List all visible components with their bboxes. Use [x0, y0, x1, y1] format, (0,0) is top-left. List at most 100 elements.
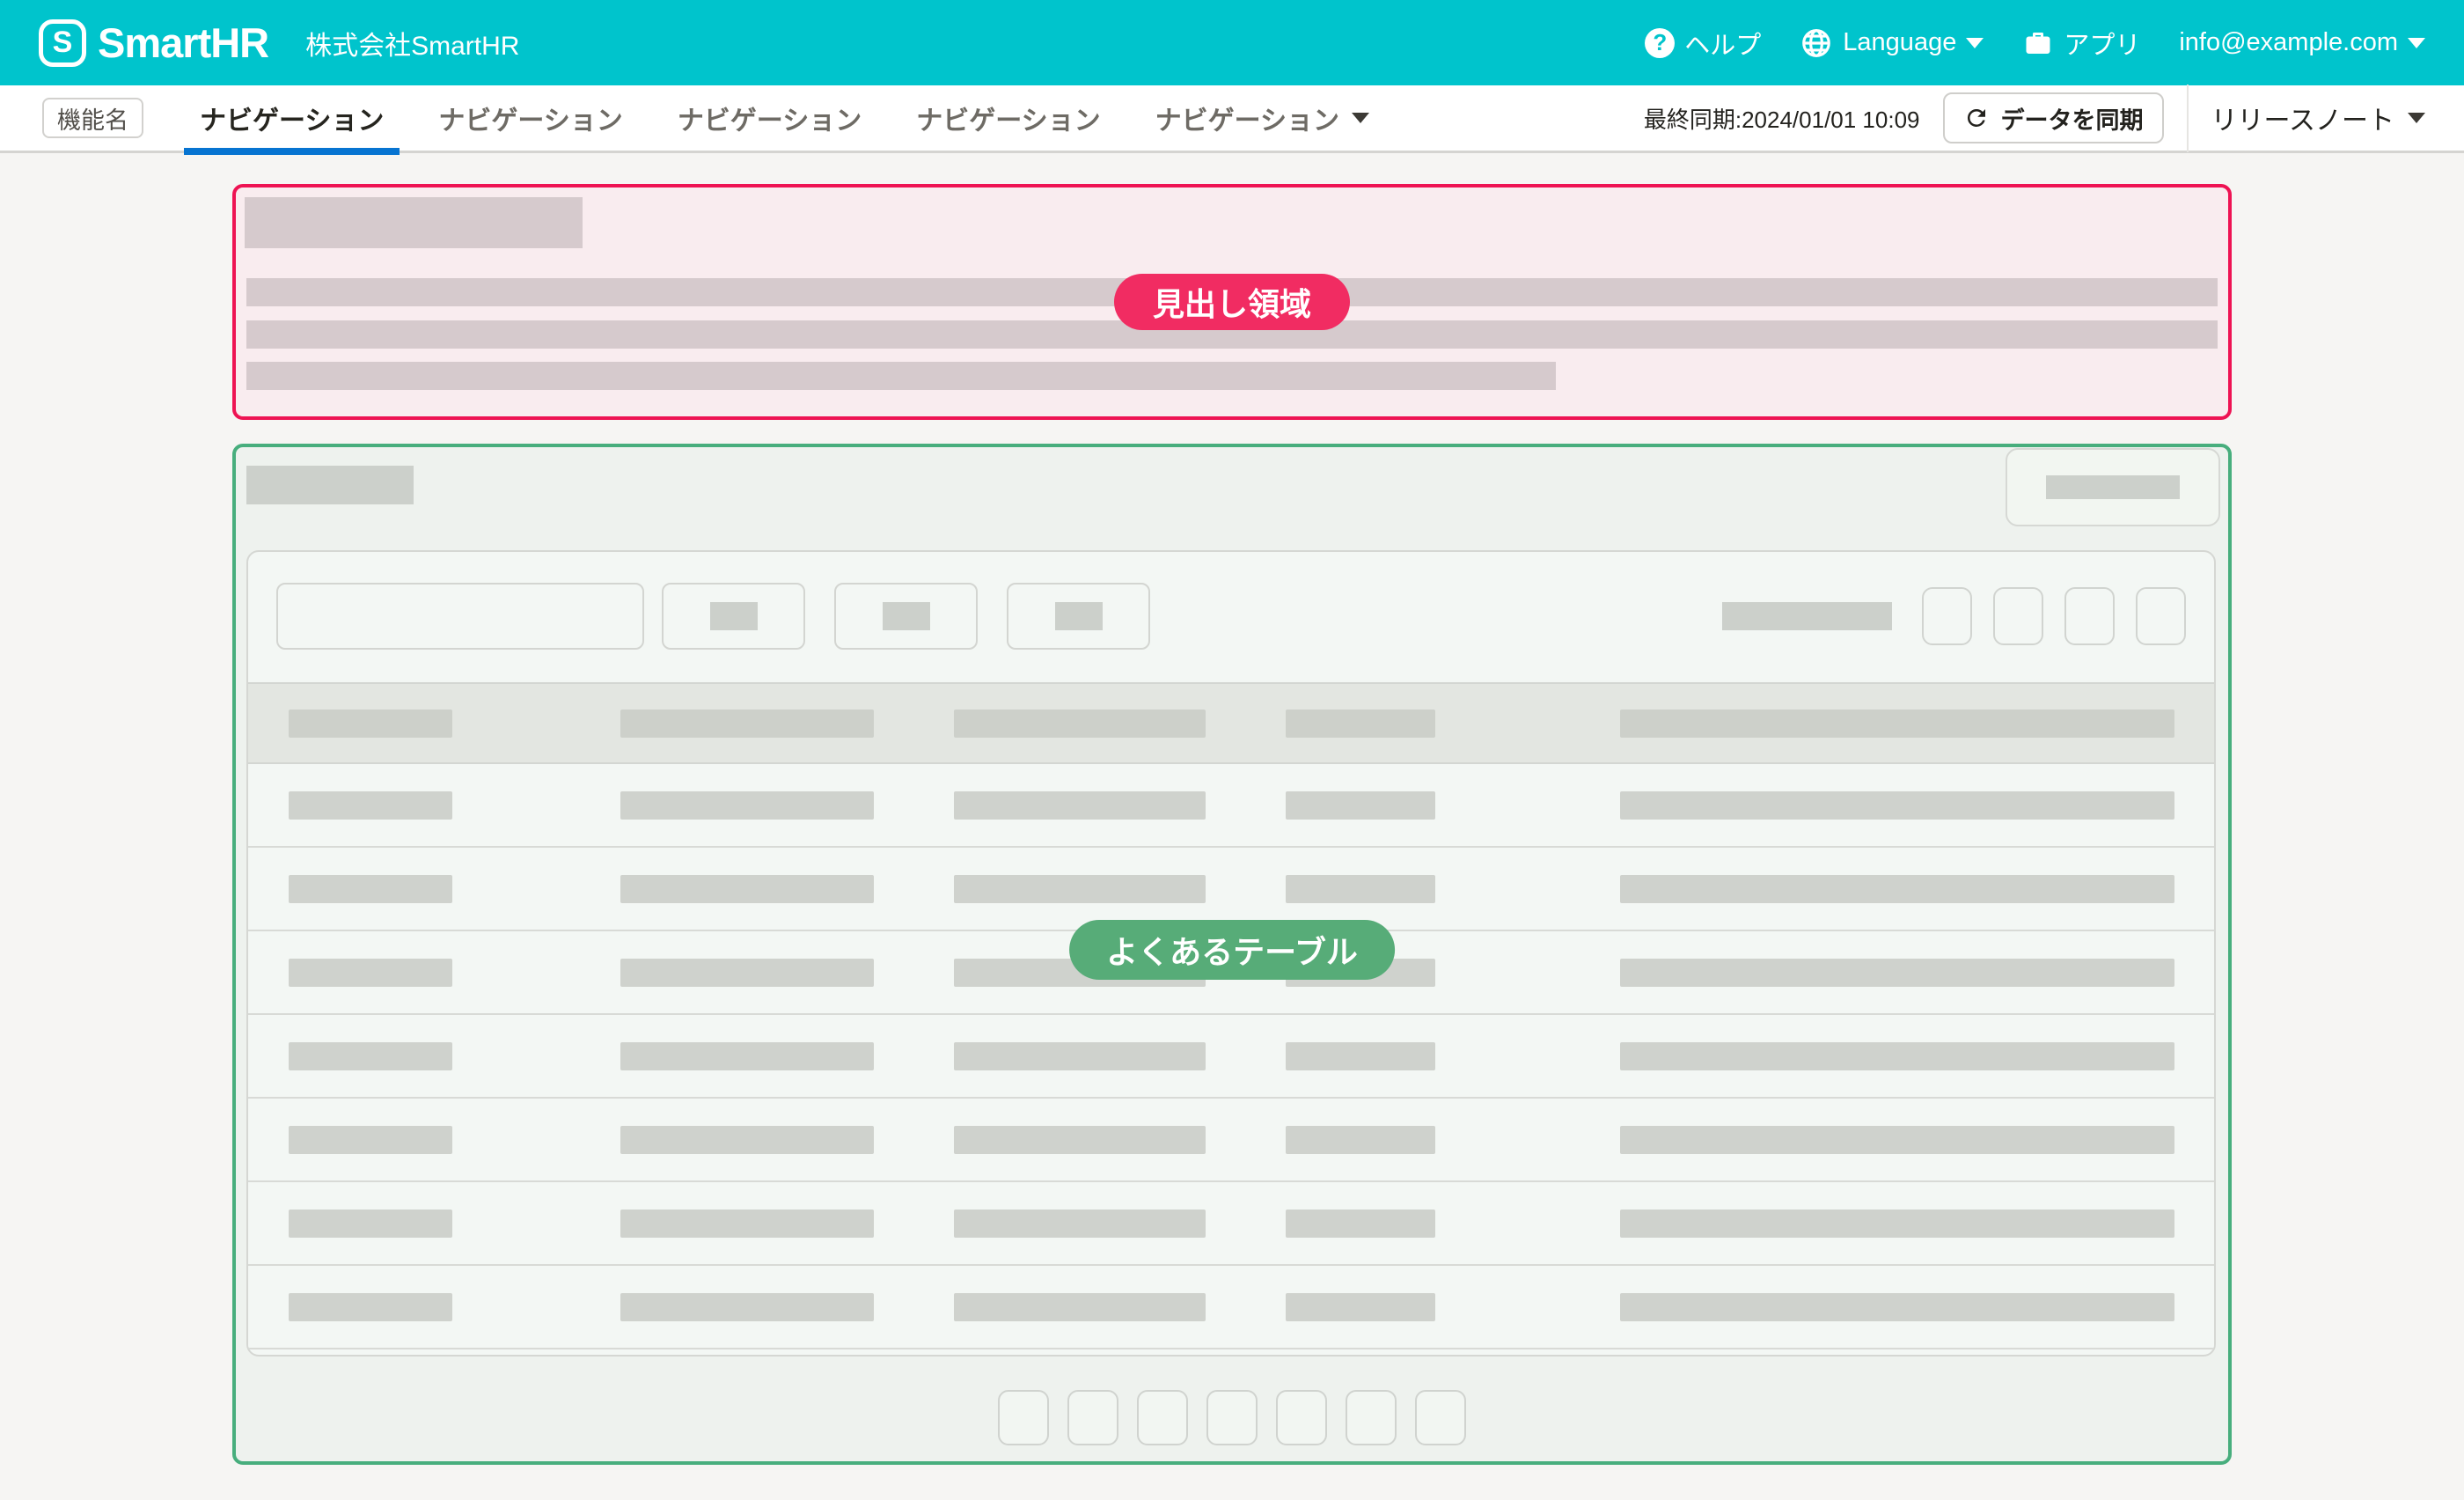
feature-name-chip: 機能名: [42, 98, 143, 138]
cell-placeholder: [954, 1126, 1206, 1154]
account-email: info@example.com: [2179, 28, 2398, 57]
icon-button-group: [1922, 587, 2186, 645]
cell-placeholder: [1620, 1126, 2174, 1154]
nav-tab-4[interactable]: ナビゲーション: [900, 85, 1116, 152]
table-area-section: よくあるテーブル: [232, 444, 2232, 1465]
cell-placeholder: [1286, 1126, 1435, 1154]
cell-placeholder: [954, 791, 1206, 820]
section-action-button[interactable]: [2006, 448, 2220, 526]
heading-area-badge: 見出し領域: [1114, 274, 1350, 330]
chevron-down-icon: [2408, 38, 2425, 48]
button-label-placeholder: [710, 602, 758, 630]
cell-placeholder: [289, 875, 452, 903]
cell-placeholder: [289, 1042, 452, 1070]
cell-placeholder: [1286, 1042, 1435, 1070]
release-notes-label: リリースノート: [2211, 99, 2395, 137]
cell-placeholder: [289, 1210, 452, 1238]
table-icon-button[interactable]: [2064, 587, 2115, 645]
cell-placeholder: [1286, 1210, 1435, 1238]
table-body: [248, 764, 2214, 1349]
cell-placeholder: [954, 1293, 1206, 1321]
nav-right-area: 最終同期:2024/01/01 10:09 データを同期 リリースノート: [1644, 85, 2425, 152]
result-count-placeholder: [1722, 602, 1892, 630]
apps-label: アプリ: [2064, 25, 2140, 62]
filter-button[interactable]: [662, 583, 805, 650]
apps-menu[interactable]: アプリ: [2022, 25, 2140, 62]
cell-placeholder: [1620, 959, 2174, 987]
sync-data-button[interactable]: データを同期: [1943, 92, 2164, 143]
filter-button-group: [662, 583, 1150, 650]
table-icon-button[interactable]: [1993, 587, 2043, 645]
company-name: 株式会社SmartHR: [305, 24, 519, 62]
pagination-button[interactable]: [1346, 1390, 1397, 1445]
pagination-button[interactable]: [1067, 1390, 1118, 1445]
smarthr-logo-icon: S: [39, 19, 86, 67]
cell-placeholder: [620, 1126, 874, 1154]
table-icon-button[interactable]: [1922, 587, 1972, 645]
chevron-down-icon: [1966, 38, 1984, 48]
column-header-placeholder: [1620, 710, 2174, 738]
cell-placeholder: [289, 959, 452, 987]
heading-text-line-placeholder: [246, 362, 1556, 390]
cell-placeholder: [1620, 791, 2174, 820]
column-header-placeholder: [1286, 710, 1435, 738]
heading-area-section: 見出し領域: [232, 184, 2232, 420]
cell-placeholder: [289, 1126, 452, 1154]
help-link[interactable]: ? ヘルプ: [1645, 25, 1761, 62]
chevron-down-icon: [2408, 113, 2425, 123]
globe-icon: [1800, 26, 1833, 60]
cell-placeholder: [1620, 875, 2174, 903]
last-sync-status: 最終同期:2024/01/01 10:09: [1644, 102, 1920, 135]
cell-placeholder: [1620, 1293, 2174, 1321]
button-label-placeholder: [1055, 602, 1103, 630]
cell-placeholder: [620, 1293, 874, 1321]
table-row: [248, 1266, 2214, 1349]
nav-tab-2[interactable]: ナビゲーション: [422, 85, 638, 152]
language-menu[interactable]: Language: [1800, 26, 1984, 60]
language-label: Language: [1843, 28, 1956, 57]
pagination-button[interactable]: [1137, 1390, 1188, 1445]
column-header-placeholder: [289, 710, 452, 738]
app-header: S SmartHR 株式会社SmartHR ? ヘルプ Language アプリ: [0, 0, 2464, 85]
refresh-icon: [1963, 105, 1990, 131]
logo-text: SmartHR: [98, 18, 268, 67]
pagination-button[interactable]: [998, 1390, 1049, 1445]
pagination-button[interactable]: [1415, 1390, 1466, 1445]
release-notes-menu[interactable]: リリースノート: [2211, 99, 2426, 137]
cell-placeholder: [289, 1293, 452, 1321]
cell-placeholder: [620, 959, 874, 987]
smarthr-logo[interactable]: S SmartHR: [39, 18, 268, 67]
cell-placeholder: [620, 875, 874, 903]
filter-button[interactable]: [1007, 583, 1150, 650]
search-input[interactable]: [276, 583, 644, 650]
button-label-placeholder: [883, 602, 930, 630]
pagination-button[interactable]: [1206, 1390, 1258, 1445]
logo-mark-letter: S: [53, 26, 73, 60]
table-row: [248, 1182, 2214, 1266]
filter-button[interactable]: [834, 583, 978, 650]
table-row: [248, 764, 2214, 848]
cell-placeholder: [1286, 875, 1435, 903]
table-row: [248, 1015, 2214, 1099]
nav-tab-label: ナビゲーション: [1155, 99, 1339, 137]
cell-placeholder: [954, 875, 1206, 903]
help-icon: ?: [1645, 28, 1675, 58]
cell-placeholder: [1620, 1210, 2174, 1238]
account-menu[interactable]: info@example.com: [2179, 28, 2425, 57]
nav-tab-1[interactable]: ナビゲーション: [184, 85, 400, 152]
cell-placeholder: [620, 791, 874, 820]
pagination-button[interactable]: [1276, 1390, 1327, 1445]
cell-placeholder: [620, 1210, 874, 1238]
button-label-placeholder: [2046, 475, 2180, 499]
cell-placeholder: [1286, 1293, 1435, 1321]
table-header-row: [248, 682, 2214, 764]
nav-tab-3[interactable]: ナビゲーション: [662, 85, 877, 152]
help-label: ヘルプ: [1684, 25, 1761, 62]
cell-placeholder: [620, 1042, 874, 1070]
table-icon-button[interactable]: [2136, 587, 2186, 645]
nav-tab-5[interactable]: ナビゲーション: [1140, 85, 1385, 152]
header-actions: ? ヘルプ Language アプリ info@example.com: [1645, 25, 2425, 62]
chevron-down-icon: [1352, 113, 1369, 123]
nav-tab-label: ナビゲーション: [916, 99, 1100, 137]
vertical-divider: [2187, 85, 2189, 152]
